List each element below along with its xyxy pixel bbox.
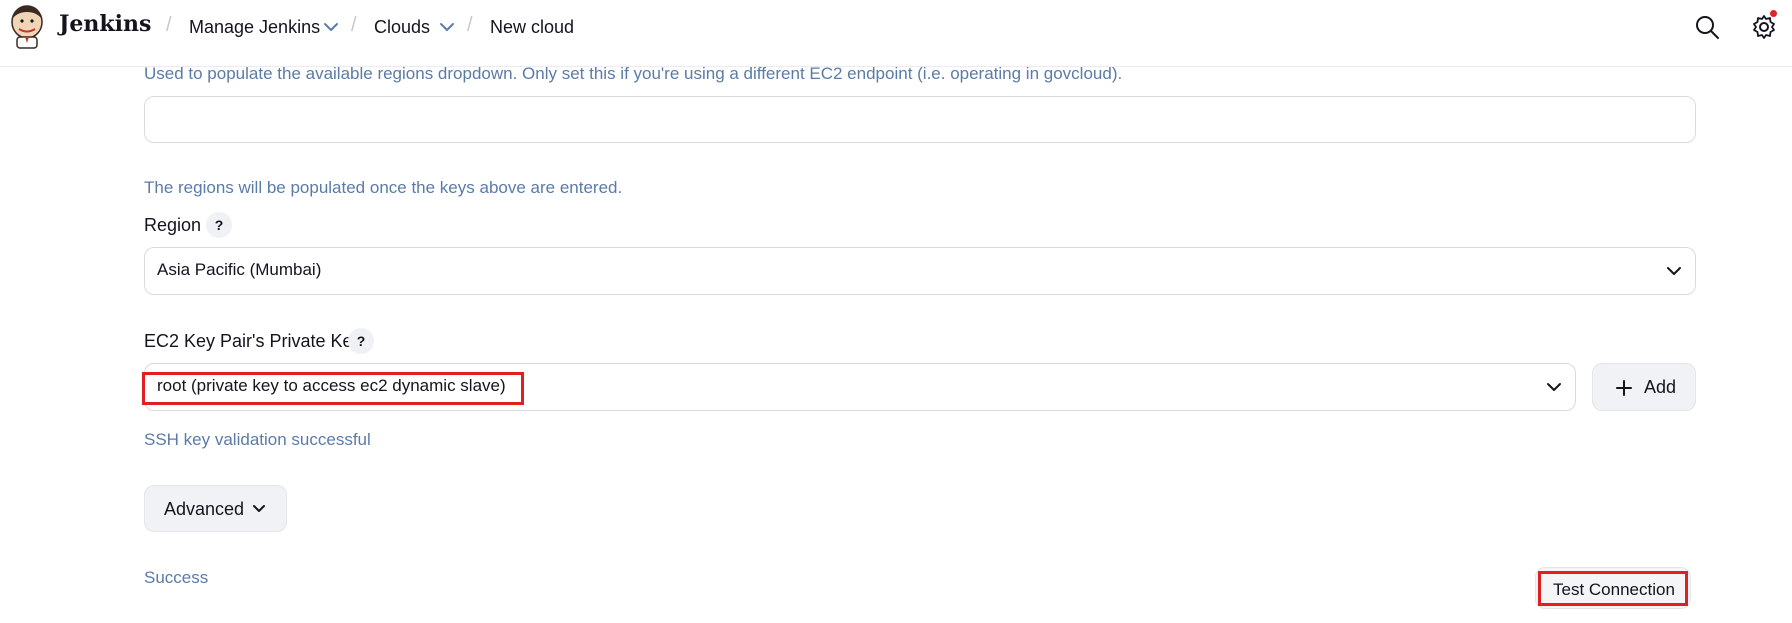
breadcrumb-separator: / [467, 14, 473, 36]
breadcrumb-separator: / [351, 14, 357, 36]
brand-name[interactable]: Jenkins [59, 11, 151, 37]
private-key-selected-value: root (private key to access ec2 dynamic … [157, 376, 506, 395]
advanced-button-label: Advanced [164, 499, 245, 519]
endpoint-help-text: Used to populate the available regions d… [144, 64, 1123, 83]
region-info-text: The regions will be populated once the k… [144, 178, 623, 197]
breadcrumb-clouds[interactable]: Clouds [374, 17, 430, 38]
endpoint-input[interactable] [144, 96, 1696, 143]
advanced-button[interactable]: Advanced [144, 485, 287, 532]
breadcrumb-separator: / [166, 14, 172, 36]
test-connection-label: Test Connection [1553, 580, 1675, 599]
private-key-help-button[interactable]: ? [348, 328, 374, 354]
chevron-down-icon [1547, 383, 1561, 391]
region-help-button[interactable]: ? [206, 212, 232, 238]
add-credential-button[interactable]: Add [1592, 363, 1696, 411]
connection-status: Success [144, 568, 209, 587]
add-button-label: Add [1644, 377, 1677, 397]
ssh-validation-message: SSH key validation successful [144, 430, 371, 449]
private-key-select[interactable]: root (private key to access ec2 dynamic … [144, 363, 1576, 411]
test-connection-button[interactable]: Test Connection [1535, 567, 1691, 609]
search-icon[interactable] [1694, 14, 1720, 40]
plus-icon [1616, 380, 1632, 396]
chevron-down-icon [1667, 267, 1681, 275]
breadcrumb-manage-jenkins[interactable]: Manage Jenkins [189, 17, 320, 38]
region-select[interactable]: Asia Pacific (Mumbai) [144, 247, 1696, 295]
private-key-label: EC2 Key Pair's Private Key [144, 331, 362, 351]
top-header: Jenkins / Manage Jenkins / Clouds / New … [0, 0, 1792, 67]
jenkins-logo-icon[interactable] [8, 3, 46, 49]
region-selected-value: Asia Pacific (Mumbai) [157, 260, 322, 279]
breadcrumb-new-cloud: New cloud [490, 17, 575, 37]
notification-dot [1770, 10, 1777, 17]
chevron-down-icon[interactable] [438, 18, 456, 36]
chevron-down-icon[interactable] [322, 18, 340, 36]
gear-icon[interactable] [1751, 14, 1777, 40]
chevron-down-icon [253, 505, 265, 512]
region-label: Region [144, 215, 202, 235]
